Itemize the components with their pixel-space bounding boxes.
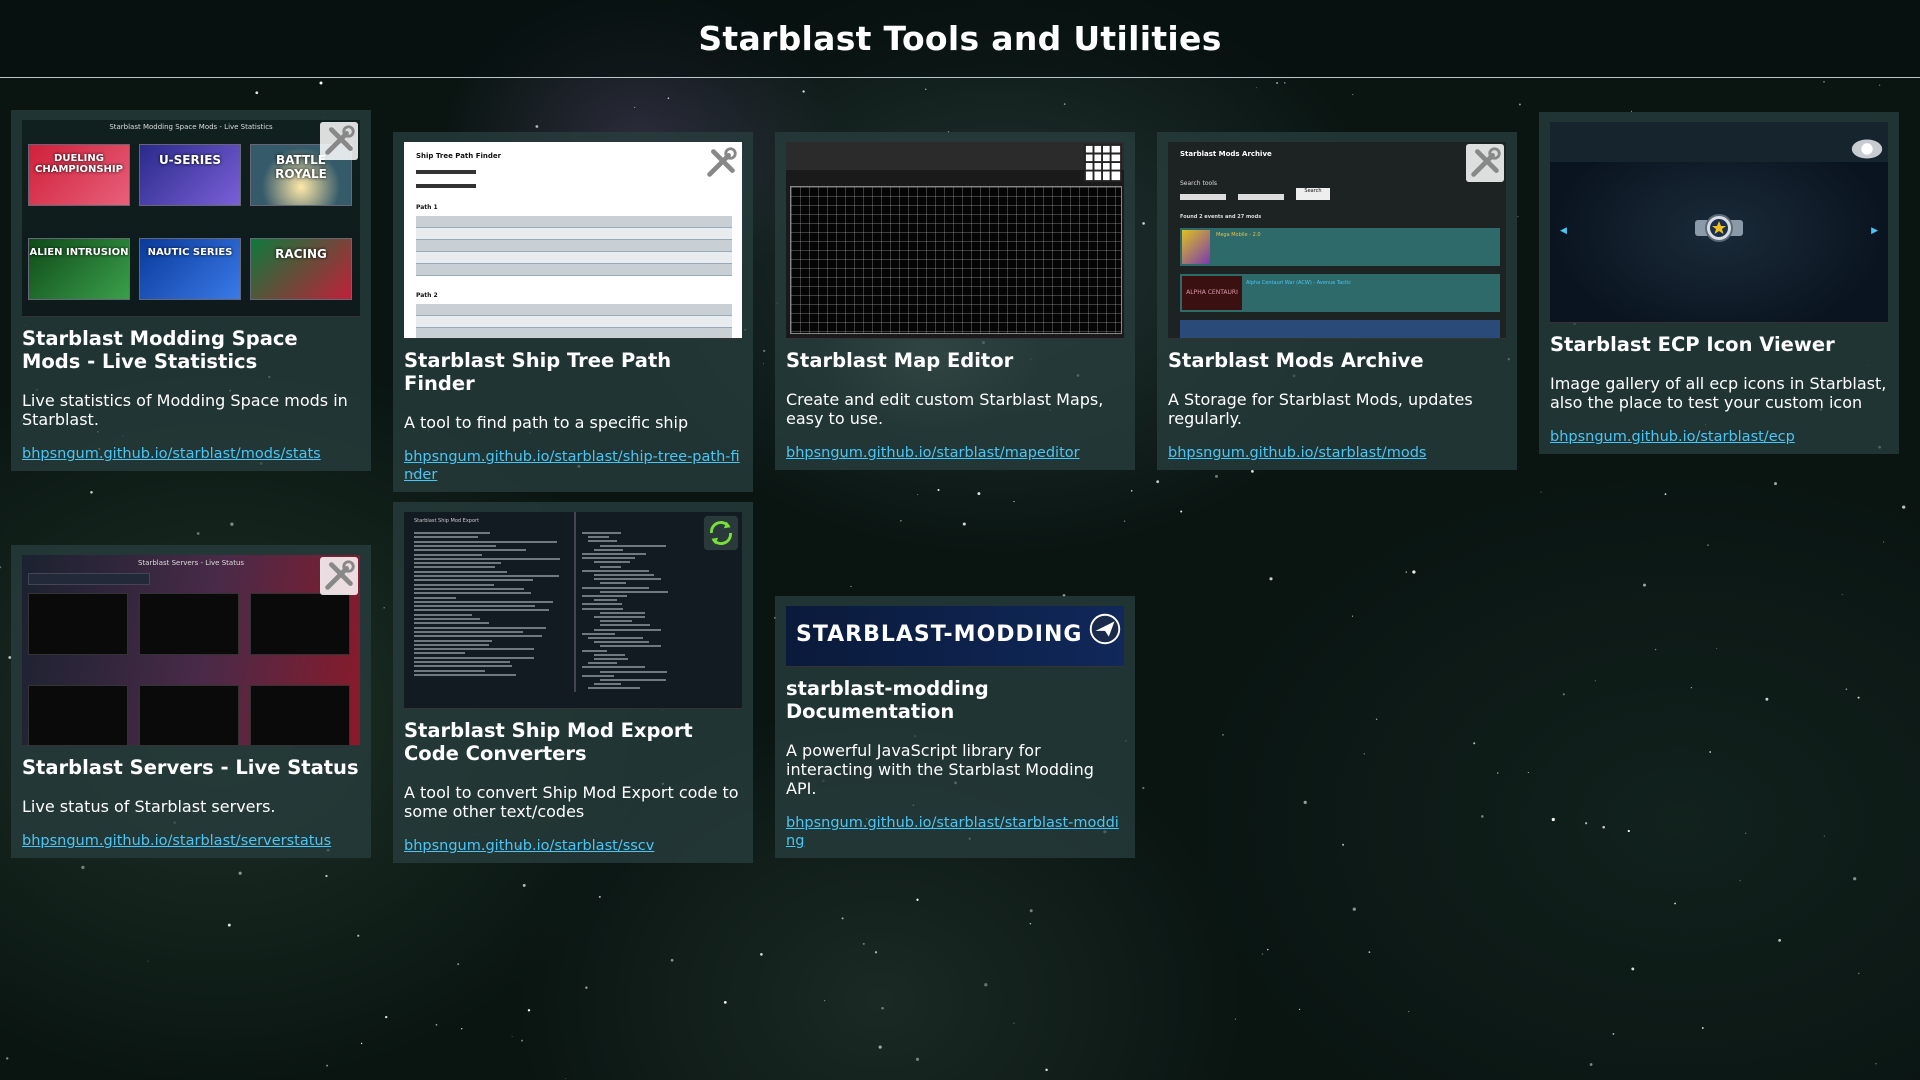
refresh-icon (703, 515, 739, 551)
card-description: A tool to find path to a specific ship (404, 413, 689, 432)
badge-icon (1695, 214, 1743, 242)
card-link[interactable]: bhpsngum.github.io/starblast/mods/stats (22, 445, 360, 463)
card-title: starblast-modding Documentation (786, 677, 989, 723)
tool-card-server-status[interactable]: Starblast Servers - Live Status Starblas… (11, 545, 371, 858)
card-link[interactable]: bhpsngum.github.io/starblast/ecp (1550, 428, 1888, 446)
tool-card-modding-docs[interactable]: STARBLAST-MODDING starblast-modding Docu… (775, 596, 1135, 858)
card-link[interactable]: bhpsngum.github.io/starblast/sscv (404, 837, 742, 855)
tool-card-mods-archive[interactable]: Starblast Mods Archive Search tools Sear… (1157, 132, 1517, 470)
card-description: A powerful JavaScript library for intera… (786, 741, 1094, 798)
card-thumbnail[interactable]: STARBLAST-MODDING (786, 606, 1124, 667)
card-description: A tool to convert Ship Mod Export code t… (404, 783, 739, 821)
card-thumbnail[interactable]: Starblast Ship Mod Export (404, 512, 742, 709)
card-thumbnail[interactable]: Starblast Modding Space Mods - Live Stat… (22, 120, 360, 317)
card-link[interactable]: bhpsngum.github.io/starblast/mapeditor (786, 444, 1124, 462)
tool-card-ecp-viewer[interactable]: ◀ ▶ Starblast ECP Icon Viewer Image gall… (1539, 112, 1899, 454)
card-thumbnail[interactable]: Starblast Mods Archive Search tools Sear… (1168, 142, 1506, 339)
card-description: Live statistics of Modding Space mods in… (22, 391, 348, 429)
thumbnail-heading: Starblast Modding Space Mods - Live Stat… (109, 123, 273, 131)
card-thumbnail[interactable]: Starblast Servers - Live Status (22, 555, 360, 746)
card-description: Live status of Starblast servers. (22, 797, 276, 816)
tool-card-sscv[interactable]: Starblast Ship Mod Export Starblast Ship… (393, 502, 753, 863)
card-title: Starblast Modding Space Mods - Live Stat… (22, 327, 298, 373)
card-title: Starblast ECP Icon Viewer (1550, 333, 1835, 356)
card-title: Starblast Servers - Live Status (22, 756, 359, 779)
card-link[interactable]: bhpsngum.github.io/starblast/starblast-m… (786, 814, 1124, 850)
card-link[interactable]: bhpsngum.github.io/starblast/serverstatu… (22, 832, 360, 850)
mod-tile-racing: RACING (250, 238, 352, 300)
card-description: Create and edit custom Starblast Maps, e… (786, 390, 1104, 428)
tools-icon (702, 144, 740, 182)
tools-icon (320, 557, 358, 595)
banner-text: STARBLAST-MODDING (796, 622, 1083, 647)
card-description: Image gallery of all ecp icons in Starbl… (1550, 374, 1887, 412)
thumbnail-heading: Starblast Ship Mod Export (414, 518, 480, 524)
card-title: Starblast Mods Archive (1168, 349, 1424, 372)
card-thumbnail[interactable] (786, 142, 1124, 339)
card-description: A Storage for Starblast Mods, updates re… (1168, 390, 1473, 428)
mod-tile-nautic: NAUTIC SERIES (139, 238, 241, 300)
thumbnail-heading: Starblast Servers - Live Status (137, 559, 245, 567)
card-title: Starblast Ship Tree Path Finder (404, 349, 672, 395)
tools-icon (1466, 144, 1504, 182)
mod-tile-useries: U-SERIES (139, 144, 241, 206)
card-title: Starblast Ship Mod Export Code Converter… (404, 719, 693, 765)
tool-card-mod-stats[interactable]: Starblast Modding Space Mods - Live Stat… (11, 110, 371, 471)
card-title: Starblast Map Editor (786, 349, 1014, 372)
tool-card-ship-tree[interactable]: Ship Tree Path Finder Path 1 Path 2 Star… (393, 132, 753, 492)
page-header: Starblast Tools and Utilities (0, 0, 1920, 78)
card-thumbnail[interactable]: ◀ ▶ (1550, 122, 1888, 323)
thumbnail-heading: Starblast Mods Archive (1180, 150, 1272, 158)
badge-small-icon (1851, 139, 1883, 159)
thumbnail-heading: Ship Tree Path Finder (416, 152, 502, 160)
ship-logo-icon (1089, 613, 1121, 645)
mod-tile-dueling: DUELING CHAMPIONSHIP (28, 144, 130, 206)
grid-icon (1084, 144, 1122, 182)
page-title: Starblast Tools and Utilities (698, 19, 1222, 58)
mod-tile-alien: ALIEN INTRUSION (28, 238, 130, 300)
tool-card-map-editor[interactable]: Starblast Map Editor Create and edit cus… (775, 132, 1135, 470)
tools-icon (320, 122, 358, 160)
card-thumbnail[interactable]: Ship Tree Path Finder Path 1 Path 2 (404, 142, 742, 339)
card-link[interactable]: bhpsngum.github.io/starblast/mods (1168, 444, 1506, 462)
card-link[interactable]: bhpsngum.github.io/starblast/ship-tree-p… (404, 448, 742, 484)
